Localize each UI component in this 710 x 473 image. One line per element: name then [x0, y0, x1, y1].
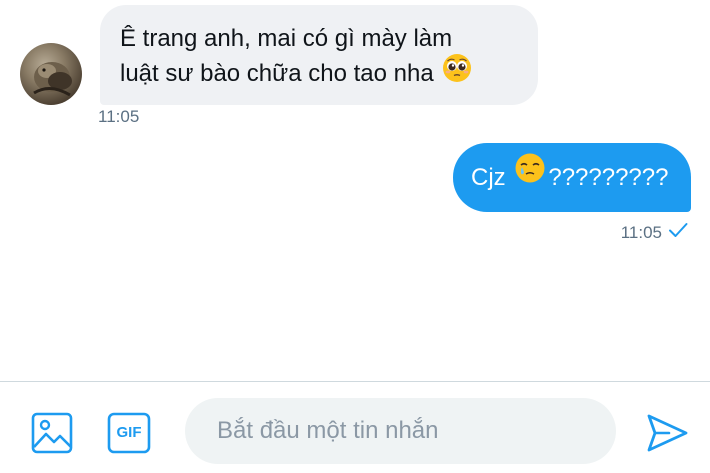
outgoing-message-text-suffix: ?????????: [548, 164, 669, 191]
send-icon: [647, 414, 688, 452]
face-holding-back-tears-emoji-icon: [514, 142, 546, 211]
send-button[interactable]: [645, 412, 689, 454]
outgoing-message-text-prefix: Cjz: [471, 164, 506, 191]
incoming-message-line-2-text: luật sư bào chữa cho tao nha: [120, 59, 434, 87]
message-input[interactable]: [185, 398, 616, 464]
incoming-message-timestamp: 11:05: [98, 107, 140, 126]
contact-avatar[interactable]: [20, 43, 82, 105]
incoming-message-line-2: luật sư bào chữa cho tao nha: [120, 53, 518, 94]
outgoing-message-meta: 11:05: [621, 222, 688, 243]
add-gif-button[interactable]: GIF: [107, 412, 151, 454]
gif-label: GIF: [116, 424, 142, 441]
add-image-button[interactable]: [31, 412, 73, 454]
outgoing-message-timestamp: 11:05: [620, 222, 662, 242]
image-icon: [31, 412, 73, 454]
incoming-message-line-1: Ê trang anh, mai có gì mày làm: [120, 25, 453, 52]
sent-check-icon: [668, 222, 688, 243]
avatar-photo: [33, 62, 72, 97]
message-composer: GIF: [0, 382, 710, 473]
outgoing-message-bubble[interactable]: Cjz ?????????: [453, 143, 691, 212]
incoming-message-bubble[interactable]: Ê trang anh, mai có gì mày làm luật sư b…: [100, 5, 538, 105]
pleading-face-emoji-icon: [442, 53, 472, 92]
